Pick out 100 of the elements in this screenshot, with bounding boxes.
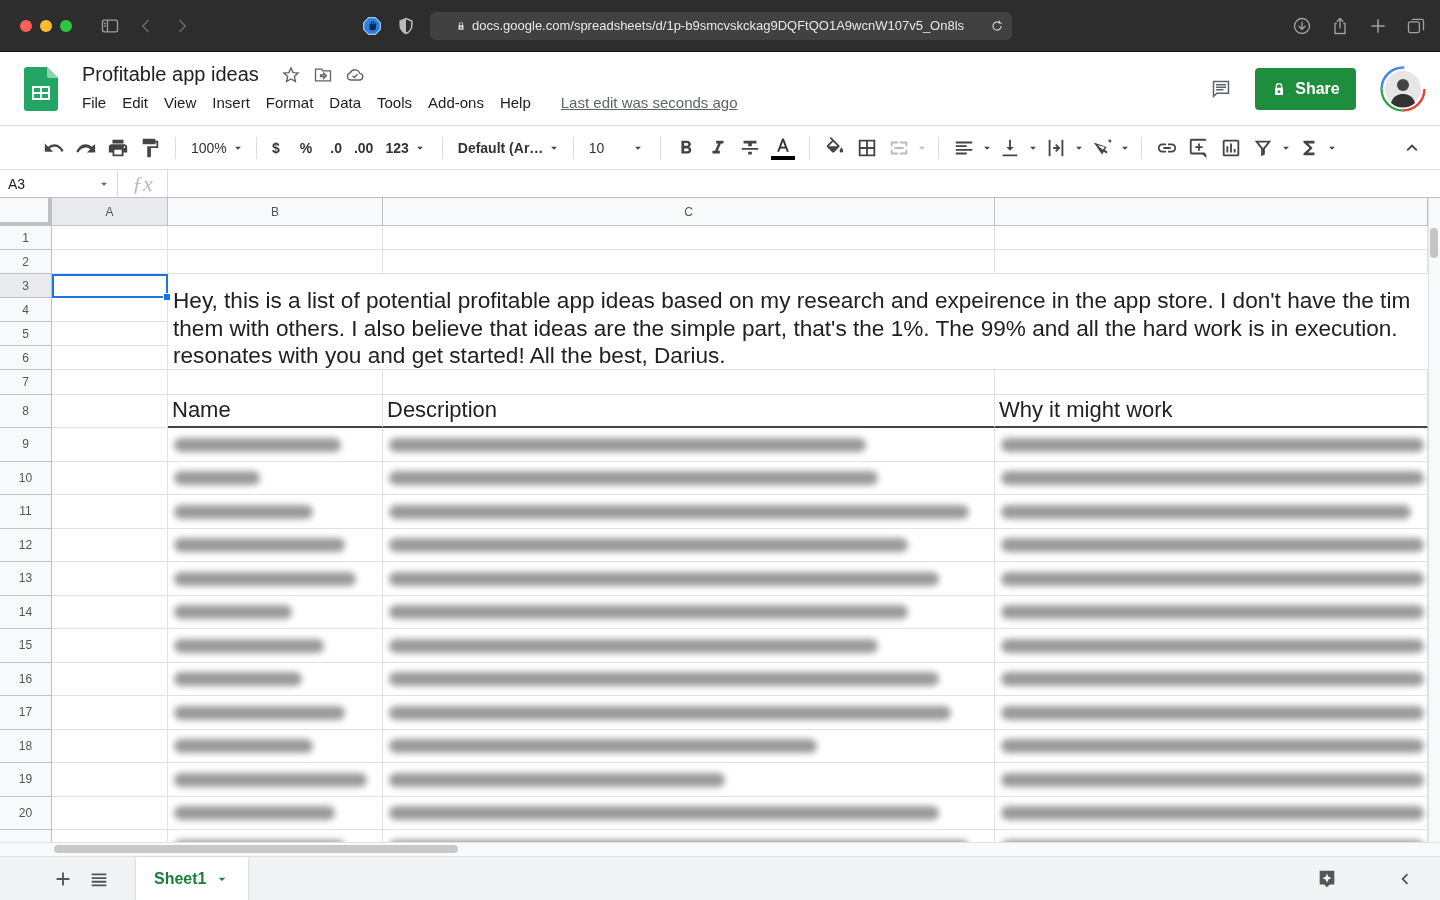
grid-cell[interactable] bbox=[168, 528, 383, 562]
fill-handle[interactable] bbox=[163, 293, 171, 301]
row-number[interactable]: 15 bbox=[0, 629, 52, 663]
reload-icon[interactable] bbox=[990, 18, 1004, 33]
grid-cell[interactable] bbox=[995, 696, 1428, 730]
grid-cell[interactable] bbox=[168, 763, 383, 797]
row-number[interactable]: 1 bbox=[0, 226, 52, 250]
menu-item[interactable]: Tools bbox=[377, 92, 421, 113]
grid-cell[interactable] bbox=[995, 763, 1428, 797]
grid-cell[interactable] bbox=[383, 595, 995, 629]
row-number[interactable]: 4 bbox=[0, 298, 52, 322]
grid-cell[interactable] bbox=[168, 562, 383, 596]
address-bar[interactable]: docs.google.com/spreadsheets/d/1p-b9smcvskckag9DQFtQO1A9wcnW107v5_On8ls bbox=[430, 11, 1012, 40]
row-number[interactable]: 11 bbox=[0, 495, 52, 529]
minimize-window-button[interactable] bbox=[40, 19, 52, 32]
grid-cell[interactable] bbox=[995, 562, 1428, 596]
grid-cell[interactable] bbox=[995, 662, 1428, 696]
download-circle-icon[interactable] bbox=[1292, 15, 1312, 36]
menu-item[interactable]: Format bbox=[265, 92, 322, 113]
grid-cell[interactable] bbox=[383, 763, 995, 797]
grid-cell[interactable] bbox=[52, 662, 168, 696]
grid-cell[interactable] bbox=[383, 495, 995, 529]
grid-cell[interactable] bbox=[995, 595, 1428, 629]
grid-cell[interactable] bbox=[52, 461, 168, 495]
percent-format-button[interactable]: % bbox=[293, 139, 319, 156]
grid-cell[interactable] bbox=[995, 226, 1428, 250]
select-all-corner[interactable] bbox=[0, 198, 52, 226]
document-title[interactable]: Profitable app ideas bbox=[82, 63, 259, 86]
selected-cell[interactable] bbox=[52, 274, 168, 298]
avatar[interactable] bbox=[1380, 66, 1426, 112]
row-number[interactable]: 7 bbox=[0, 370, 52, 395]
cell-reference[interactable]: A3 bbox=[8, 175, 26, 192]
column-header[interactable]: B bbox=[168, 198, 383, 226]
row-number[interactable]: 2 bbox=[0, 250, 52, 274]
grid-cell[interactable] bbox=[168, 226, 383, 250]
menu-item[interactable]: Edit bbox=[122, 92, 157, 113]
grid-cell[interactable] bbox=[383, 461, 995, 495]
grid-cell[interactable] bbox=[995, 528, 1428, 562]
grid-cell[interactable] bbox=[168, 696, 383, 730]
row-number[interactable]: 8 bbox=[0, 395, 52, 428]
sheet-tab[interactable]: Sheet1 bbox=[136, 857, 249, 900]
grid-cell[interactable] bbox=[52, 495, 168, 529]
maximize-window-button[interactable] bbox=[60, 19, 72, 32]
grid-cell[interactable] bbox=[168, 428, 383, 462]
grid-cell[interactable] bbox=[383, 696, 995, 730]
star-icon[interactable] bbox=[280, 64, 301, 85]
grid-cell[interactable] bbox=[52, 528, 168, 562]
row-number[interactable]: 14 bbox=[0, 595, 52, 629]
row-number[interactable]: 3 bbox=[0, 274, 52, 298]
grid-cell[interactable] bbox=[52, 428, 168, 462]
grid-cell[interactable] bbox=[995, 729, 1428, 763]
grid-cell[interactable] bbox=[168, 461, 383, 495]
grid-cell[interactable] bbox=[168, 495, 383, 529]
grid-cell[interactable] bbox=[52, 729, 168, 763]
share-button[interactable]: Share bbox=[1255, 68, 1356, 110]
grid-cell[interactable] bbox=[52, 226, 168, 250]
decrease-decimal-button[interactable]: .0 bbox=[324, 139, 348, 156]
grid-cell[interactable] bbox=[383, 562, 995, 596]
row-number[interactable]: 6 bbox=[0, 346, 52, 370]
grid-cell[interactable] bbox=[52, 395, 168, 428]
row-number[interactable]: 16 bbox=[0, 662, 52, 696]
grid-cell[interactable] bbox=[52, 370, 168, 395]
menu-item[interactable]: Add-ons bbox=[428, 92, 492, 113]
row-number[interactable]: 12 bbox=[0, 528, 52, 562]
grid-cell[interactable] bbox=[52, 763, 168, 797]
grid-cell[interactable] bbox=[52, 796, 168, 830]
column-header[interactable] bbox=[995, 198, 1428, 226]
scrollbar-thumb[interactable] bbox=[1430, 228, 1438, 258]
row-number[interactable]: 20 bbox=[0, 796, 52, 830]
grid-cell[interactable] bbox=[168, 662, 383, 696]
grid-cell[interactable] bbox=[383, 528, 995, 562]
row-number[interactable]: 10 bbox=[0, 461, 52, 495]
menu-item[interactable]: Data bbox=[329, 92, 369, 113]
grid-cell[interactable] bbox=[168, 729, 383, 763]
grid-cell[interactable] bbox=[995, 495, 1428, 529]
font-dropdown[interactable]: Default (Ar… bbox=[451, 139, 564, 156]
grid-cell[interactable] bbox=[383, 226, 995, 250]
grid-cell[interactable] bbox=[52, 629, 168, 663]
last-edit-link[interactable]: Last edit was seconds ago bbox=[560, 94, 738, 111]
grid-cell[interactable] bbox=[52, 595, 168, 629]
grid-cell[interactable] bbox=[995, 461, 1428, 495]
row-number[interactable]: 18 bbox=[0, 729, 52, 763]
column-header[interactable]: A bbox=[52, 198, 168, 226]
grid-cell[interactable] bbox=[383, 662, 995, 696]
increase-decimal-button[interactable]: .00 bbox=[347, 139, 380, 156]
font-size-dropdown[interactable]: 10 bbox=[582, 139, 651, 156]
number-format-dropdown[interactable]: 123 bbox=[379, 139, 433, 156]
grid-cell[interactable] bbox=[995, 796, 1428, 830]
comments-icon[interactable] bbox=[1211, 79, 1231, 99]
zoom-dropdown[interactable]: 100% bbox=[185, 139, 247, 156]
scrollbar-thumb[interactable] bbox=[54, 845, 458, 853]
row-number[interactable]: 5 bbox=[0, 322, 52, 346]
grid-cell[interactable] bbox=[383, 629, 995, 663]
grid-cell[interactable] bbox=[168, 796, 383, 830]
menu-item[interactable]: File bbox=[82, 92, 115, 113]
menu-item[interactable]: Help bbox=[499, 92, 539, 113]
close-window-button[interactable] bbox=[20, 19, 32, 32]
spreadsheet-logo-icon[interactable] bbox=[24, 67, 58, 111]
row-number[interactable]: 19 bbox=[0, 763, 52, 797]
grid-cell[interactable] bbox=[383, 729, 995, 763]
